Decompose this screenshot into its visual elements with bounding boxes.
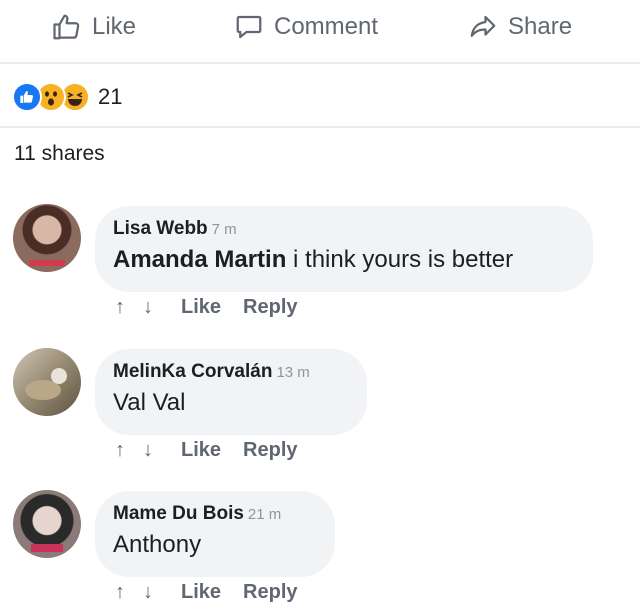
avatar[interactable] (13, 348, 81, 416)
upvote-arrow-icon[interactable]: ↑ (115, 439, 125, 462)
downvote-arrow-icon[interactable]: ↓ (143, 581, 153, 604)
like-button-label: Like (92, 13, 137, 40)
comment-bubble-icon (236, 15, 262, 39)
avatar[interactable] (13, 204, 81, 272)
comment-reply-link[interactable]: Reply (243, 296, 297, 319)
post-action-bar: Like Comment Share (0, 0, 640, 60)
share-arrow-icon (470, 15, 496, 37)
like-reaction-icon (12, 82, 42, 112)
comment-time[interactable]: 7 m (212, 221, 237, 238)
comment-reply-link[interactable]: Reply (243, 439, 297, 462)
upvote-arrow-icon[interactable]: ↑ (115, 581, 125, 604)
share-button-label: Share (508, 13, 573, 40)
comment-bubble: Lisa Webb 7 m Amanda Martin i think yours… (95, 206, 593, 292)
comment-mention[interactable]: Amanda Martin (113, 246, 286, 273)
comment-controls: ↑ ↓ Like Reply (115, 439, 320, 462)
comment-bubble: Mame Du Bois 21 m Anthony (95, 491, 335, 577)
upvote-arrow-icon[interactable]: ↑ (115, 296, 125, 319)
comment-text: i think yours is better (286, 246, 514, 273)
comment-author[interactable]: Mame Du Bois (113, 503, 244, 524)
comment-author[interactable]: Lisa Webb (113, 218, 208, 239)
comment-button[interactable]: Comment (234, 8, 378, 46)
comment-button-label: Comment (274, 13, 379, 40)
avatar[interactable] (13, 490, 81, 558)
comment-time[interactable]: 13 m (276, 364, 309, 381)
thumbs-up-icon (53, 14, 80, 40)
comment-controls: ↑ ↓ Like Reply (115, 581, 320, 604)
share-count[interactable]: 11 shares (14, 142, 105, 166)
comment-like-link[interactable]: Like (181, 581, 221, 604)
divider (0, 62, 640, 64)
comment-time[interactable]: 21 m (248, 506, 281, 523)
share-button[interactable]: Share (468, 8, 572, 46)
comment-bubble: MelinKa Corvalán 13 m Val Val (95, 349, 367, 435)
comment-author[interactable]: MelinKa Corvalán (113, 361, 272, 382)
reaction-summary[interactable]: 21 (12, 80, 122, 114)
comment-like-link[interactable]: Like (181, 296, 221, 319)
comment-text: Anthony (113, 531, 202, 558)
comment-text: Val Val (113, 389, 186, 416)
comment-reply-link[interactable]: Reply (243, 581, 297, 604)
like-button[interactable]: Like (52, 8, 136, 46)
divider (0, 126, 640, 128)
downvote-arrow-icon[interactable]: ↓ (143, 439, 153, 462)
downvote-arrow-icon[interactable]: ↓ (143, 296, 153, 319)
reaction-count: 21 (98, 84, 123, 109)
comment-controls: ↑ ↓ Like Reply (115, 296, 320, 319)
comment-like-link[interactable]: Like (181, 439, 221, 462)
